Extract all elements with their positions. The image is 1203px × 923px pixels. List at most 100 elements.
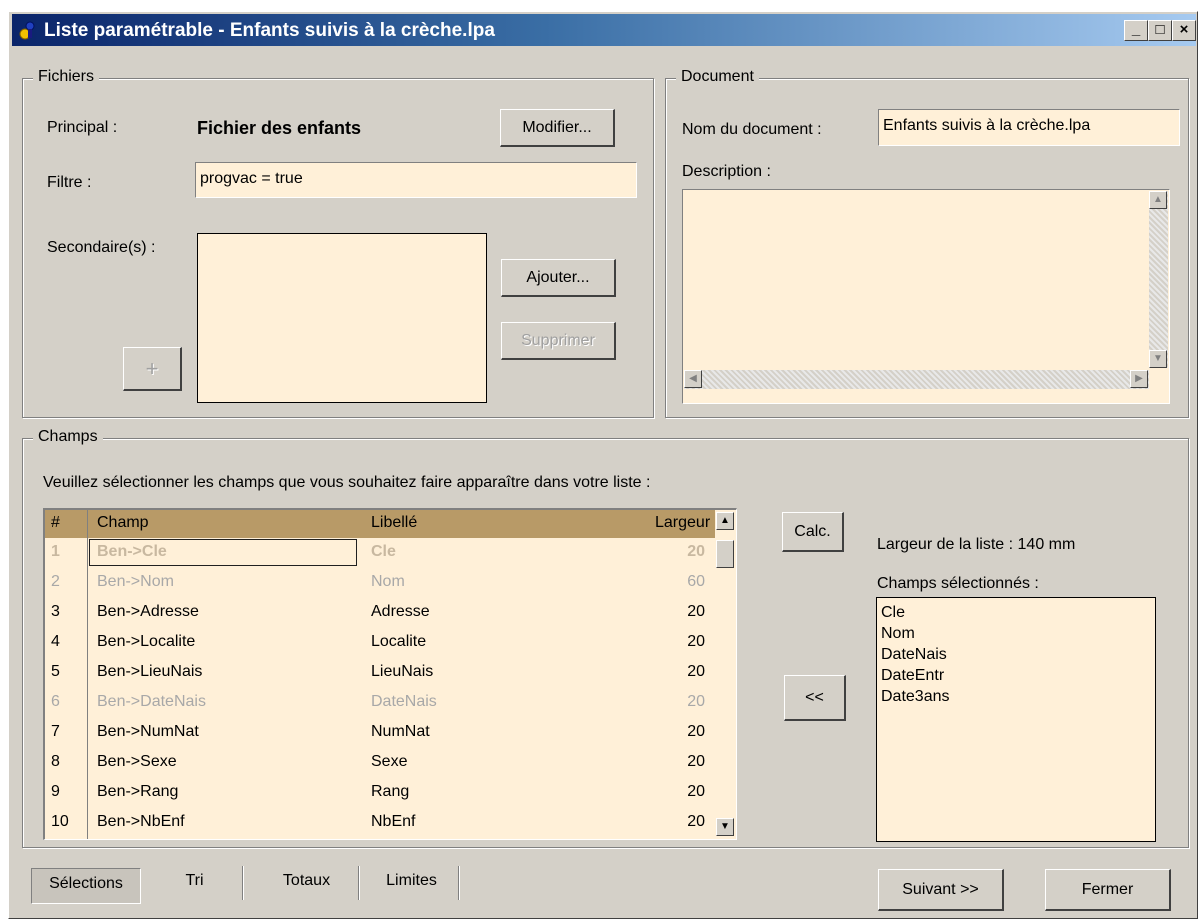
cell-num: 2: [51, 573, 60, 590]
description-hscroll[interactable]: ◀ ▶: [684, 370, 1149, 389]
next-button[interactable]: Suivant >>: [878, 869, 1004, 911]
close-window-button[interactable]: ×: [1172, 20, 1196, 41]
maximize-button[interactable]: □: [1148, 20, 1172, 41]
cell-champ: Ben->NumNat: [97, 723, 199, 740]
grid-scroll-up-icon[interactable]: ▲: [716, 512, 734, 530]
tab-tri[interactable]: Tri: [147, 866, 243, 900]
document-group-title: Document: [676, 68, 759, 86]
champs-grid[interactable]: # Champ Libellé Largeur 1 Ben->Cle Cle 20 2 B…: [43, 508, 737, 840]
cell-num: 1: [51, 543, 60, 560]
list-item[interactable]: DateEntr: [881, 665, 1151, 686]
filtre-label: Filtre :: [47, 174, 92, 191]
scroll-left-icon[interactable]: ◀: [684, 370, 702, 388]
cell-largeur: 20: [687, 783, 705, 800]
cell-champ: Ben->Sexe: [97, 753, 177, 770]
champs-instruction: Veuillez sélectionner les champs que vou…: [43, 474, 651, 491]
cell-num: 8: [51, 753, 60, 770]
list-item[interactable]: Cle: [881, 602, 1151, 623]
cell-largeur: 20: [687, 813, 705, 830]
cell-libelle: Rang: [371, 783, 410, 800]
cell-num: 7: [51, 723, 60, 740]
table-row[interactable]: 7 Ben->NumNat NumNat 20: [45, 718, 735, 748]
cell-libelle: NumNat: [371, 723, 430, 740]
cell-largeur: 20: [687, 543, 705, 560]
principal-label: Principal :: [47, 119, 118, 136]
cell-champ: Ben->NbEnf: [97, 813, 185, 830]
minimize-button[interactable]: _: [1124, 20, 1148, 41]
cell-largeur: 60: [687, 573, 705, 590]
header-champ[interactable]: Champ: [97, 514, 149, 532]
cell-num: 3: [51, 603, 60, 620]
cell-libelle: Cle: [371, 543, 396, 560]
list-item[interactable]: Date3ans: [881, 686, 1151, 707]
scroll-right-icon[interactable]: ▶: [1130, 370, 1148, 388]
cell-num: 4: [51, 633, 60, 650]
secondaire-label: Secondaire(s) :: [47, 239, 156, 256]
cell-champ: Ben->Rang: [97, 783, 179, 800]
selected-fields-label: Champs sélectionnés :: [877, 575, 1039, 592]
table-row[interactable]: 9 Ben->Rang Rang 20: [45, 778, 735, 808]
description-vscroll[interactable]: ▲ ▼: [1149, 191, 1168, 368]
table-row[interactable]: 2 Ben->Nom Nom 60: [45, 568, 735, 598]
scroll-up-icon[interactable]: ▲: [1149, 191, 1167, 209]
plus-button[interactable]: +: [123, 347, 182, 391]
add-button[interactable]: Ajouter...: [501, 259, 616, 297]
cell-champ: Ben->Adresse: [97, 603, 199, 620]
cell-num: 9: [51, 783, 60, 800]
tab-totaux[interactable]: Totaux: [255, 866, 359, 900]
nom-document-label: Nom du document :: [682, 121, 822, 138]
window-title: Liste paramétrable - Enfants suivis à la…: [44, 20, 495, 41]
table-row[interactable]: 3 Ben->Adresse Adresse 20: [45, 598, 735, 628]
cell-libelle: Nom: [371, 573, 405, 590]
tab-limites[interactable]: Limites: [365, 866, 459, 900]
largeur-liste-label: Largeur de la liste : 140 mm: [877, 536, 1076, 553]
cell-champ: Ben->DateNais: [97, 693, 206, 710]
grid-header: # Champ Libellé Largeur: [45, 510, 735, 538]
grid-scroll-down-icon[interactable]: ▼: [716, 818, 734, 836]
table-row[interactable]: 4 Ben->Localite Localite 20: [45, 628, 735, 658]
cell-num: 5: [51, 663, 60, 680]
modify-button[interactable]: Modifier...: [500, 109, 615, 147]
cell-largeur: 20: [687, 633, 705, 650]
close-button[interactable]: Fermer: [1045, 869, 1171, 911]
calc-button[interactable]: Calc.: [782, 512, 844, 552]
cell-largeur: 20: [687, 753, 705, 770]
cell-libelle: LieuNais: [371, 663, 434, 680]
cell-largeur: 20: [687, 693, 705, 710]
selected-fields-list[interactable]: Cle Nom DateNais DateEntr Date3ans: [876, 597, 1156, 842]
cell-num: 6: [51, 693, 60, 710]
principal-value: Fichier des enfants: [197, 118, 362, 138]
tab-slections[interactable]: Sélections: [31, 868, 141, 904]
cell-libelle: Adresse: [371, 603, 430, 620]
cell-num: 10: [51, 813, 69, 830]
remove-secondary-button[interactable]: Supprimer: [501, 322, 616, 360]
cell-libelle: Localite: [371, 633, 427, 650]
table-row[interactable]: 1 Ben->Cle Cle 20: [45, 538, 735, 568]
header-libelle[interactable]: Libellé: [371, 514, 417, 532]
description-label: Description :: [682, 163, 771, 180]
grid-vscroll[interactable]: ▲ ▼: [715, 510, 735, 839]
champs-group-title: Champs: [33, 428, 103, 446]
title-bar[interactable]: Liste paramétrable - Enfants suivis à la…: [12, 14, 1196, 46]
secondaire-list[interactable]: [197, 233, 487, 403]
cell-libelle: Sexe: [371, 753, 408, 770]
cell-largeur: 20: [687, 663, 705, 680]
list-item[interactable]: Nom: [881, 623, 1151, 644]
table-row[interactable]: 10 Ben->NbEnf NbEnf 20: [45, 808, 735, 838]
grid-scroll-thumb[interactable]: [716, 540, 734, 568]
remove-field-button[interactable]: <<: [784, 675, 846, 721]
header-largeur[interactable]: Largeur: [655, 514, 710, 532]
header-num: #: [51, 514, 60, 531]
cell-champ: Ben->LieuNais: [97, 663, 203, 680]
dialog-window: Liste paramétrable - Enfants suivis à la…: [8, 11, 1198, 919]
table-row[interactable]: 5 Ben->LieuNais LieuNais 20: [45, 658, 735, 688]
cell-libelle: NbEnf: [371, 813, 416, 830]
fichiers-group-title: Fichiers: [33, 68, 100, 86]
cell-largeur: 20: [687, 723, 705, 740]
nom-document-input[interactable]: Enfants suivis à la crèche.lpa: [878, 109, 1180, 146]
table-row[interactable]: 6 Ben->DateNais DateNais 20: [45, 688, 735, 718]
scroll-down-icon[interactable]: ▼: [1149, 350, 1167, 368]
list-item[interactable]: DateNais: [881, 644, 1151, 665]
filtre-input[interactable]: progvac = true: [195, 162, 637, 198]
table-row[interactable]: 8 Ben->Sexe Sexe 20: [45, 748, 735, 778]
